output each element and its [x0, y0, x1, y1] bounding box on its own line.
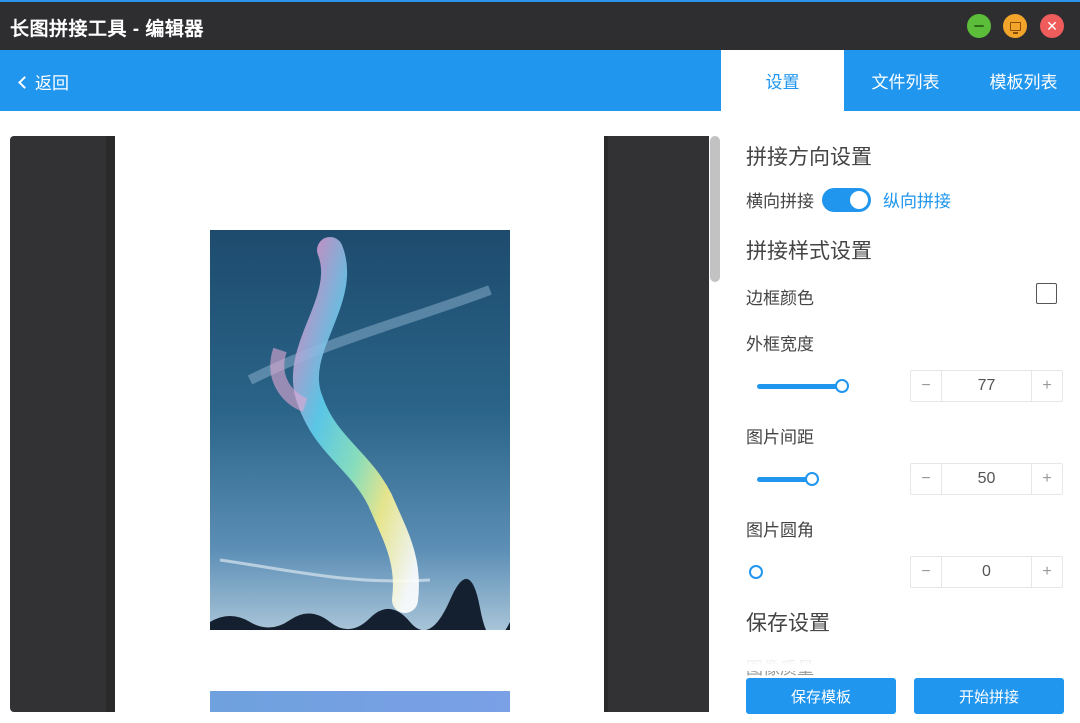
- close-icon: ✕: [1046, 18, 1058, 34]
- header-bar: 返回 设置 文件列表 模板列表: [0, 50, 1080, 111]
- image-radius-label: 图片圆角: [746, 521, 814, 540]
- decrement-button[interactable]: −: [911, 464, 942, 494]
- back-label: 返回: [35, 74, 69, 93]
- outer-border-width-label: 外框宽度: [746, 335, 814, 354]
- stitched-page: [115, 136, 604, 712]
- decrement-button[interactable]: −: [911, 557, 942, 587]
- increment-button[interactable]: +: [1031, 371, 1062, 401]
- horizontal-label: 横向拼接: [746, 192, 814, 211]
- slider-fill: [757, 477, 812, 482]
- direction-toggle[interactable]: [822, 187, 871, 212]
- maximize-icon: [1009, 21, 1021, 34]
- image-spacing-label: 图片间距: [746, 428, 814, 447]
- outer-border-width-value[interactable]: 77: [942, 371, 1031, 401]
- tab-settings[interactable]: 设置: [721, 50, 844, 111]
- border-color-checkbox[interactable]: [1036, 283, 1057, 304]
- preview-area: [10, 136, 721, 712]
- image-radius-value[interactable]: 0: [942, 557, 1031, 587]
- preview-image-1: [210, 230, 510, 630]
- close-button[interactable]: ✕: [1040, 14, 1064, 38]
- outer-border-width-slider[interactable]: [757, 377, 849, 395]
- save-section-title: 保存设置: [746, 612, 830, 635]
- image-spacing-value[interactable]: 50: [942, 464, 1031, 494]
- chevron-left-icon: [18, 75, 31, 89]
- save-template-button[interactable]: 保存模板: [746, 678, 896, 714]
- start-stitch-button[interactable]: 开始拼接: [914, 678, 1064, 714]
- outer-border-width-stepper: − 77 +: [910, 370, 1063, 402]
- tab-template-list[interactable]: 模板列表: [967, 50, 1080, 111]
- preview-scrollbar-thumb[interactable]: [710, 136, 720, 282]
- border-color-label: 边框颜色: [746, 289, 814, 308]
- slider-fill: [757, 384, 842, 389]
- maximize-button[interactable]: [1003, 14, 1027, 38]
- direction-toggle-row: 横向拼接 纵向拼接: [746, 187, 951, 212]
- decrement-button[interactable]: −: [911, 371, 942, 401]
- tab-file-list[interactable]: 文件列表: [844, 50, 967, 111]
- vertical-label: 纵向拼接: [883, 192, 951, 211]
- preview-image-2: [210, 691, 510, 712]
- toggle-knob: [850, 190, 868, 209]
- slider-handle[interactable]: [835, 379, 849, 393]
- back-button[interactable]: 返回: [18, 69, 69, 94]
- direction-section-title: 拼接方向设置: [746, 146, 872, 169]
- image-spacing-slider[interactable]: [757, 470, 847, 488]
- image-radius-stepper: − 0 +: [910, 556, 1063, 588]
- title-bar: 长图拼接工具 - 编辑器 ✕: [0, 0, 1080, 50]
- image-spacing-stepper: − 50 +: [910, 463, 1063, 495]
- window-title: 长图拼接工具 - 编辑器: [10, 19, 204, 40]
- style-section-title: 拼接样式设置: [746, 240, 872, 263]
- image-radius-slider[interactable]: [749, 563, 839, 581]
- minimize-icon: [974, 25, 984, 27]
- increment-button[interactable]: +: [1031, 557, 1062, 587]
- scroll-fade: [721, 641, 1080, 671]
- minimize-button[interactable]: [967, 14, 991, 38]
- slider-handle[interactable]: [749, 565, 763, 579]
- increment-button[interactable]: +: [1031, 464, 1062, 494]
- slider-handle[interactable]: [805, 472, 819, 486]
- settings-panel: 拼接方向设置 横向拼接 纵向拼接 拼接样式设置 边框颜色 外框宽度 − 77 +…: [721, 111, 1080, 723]
